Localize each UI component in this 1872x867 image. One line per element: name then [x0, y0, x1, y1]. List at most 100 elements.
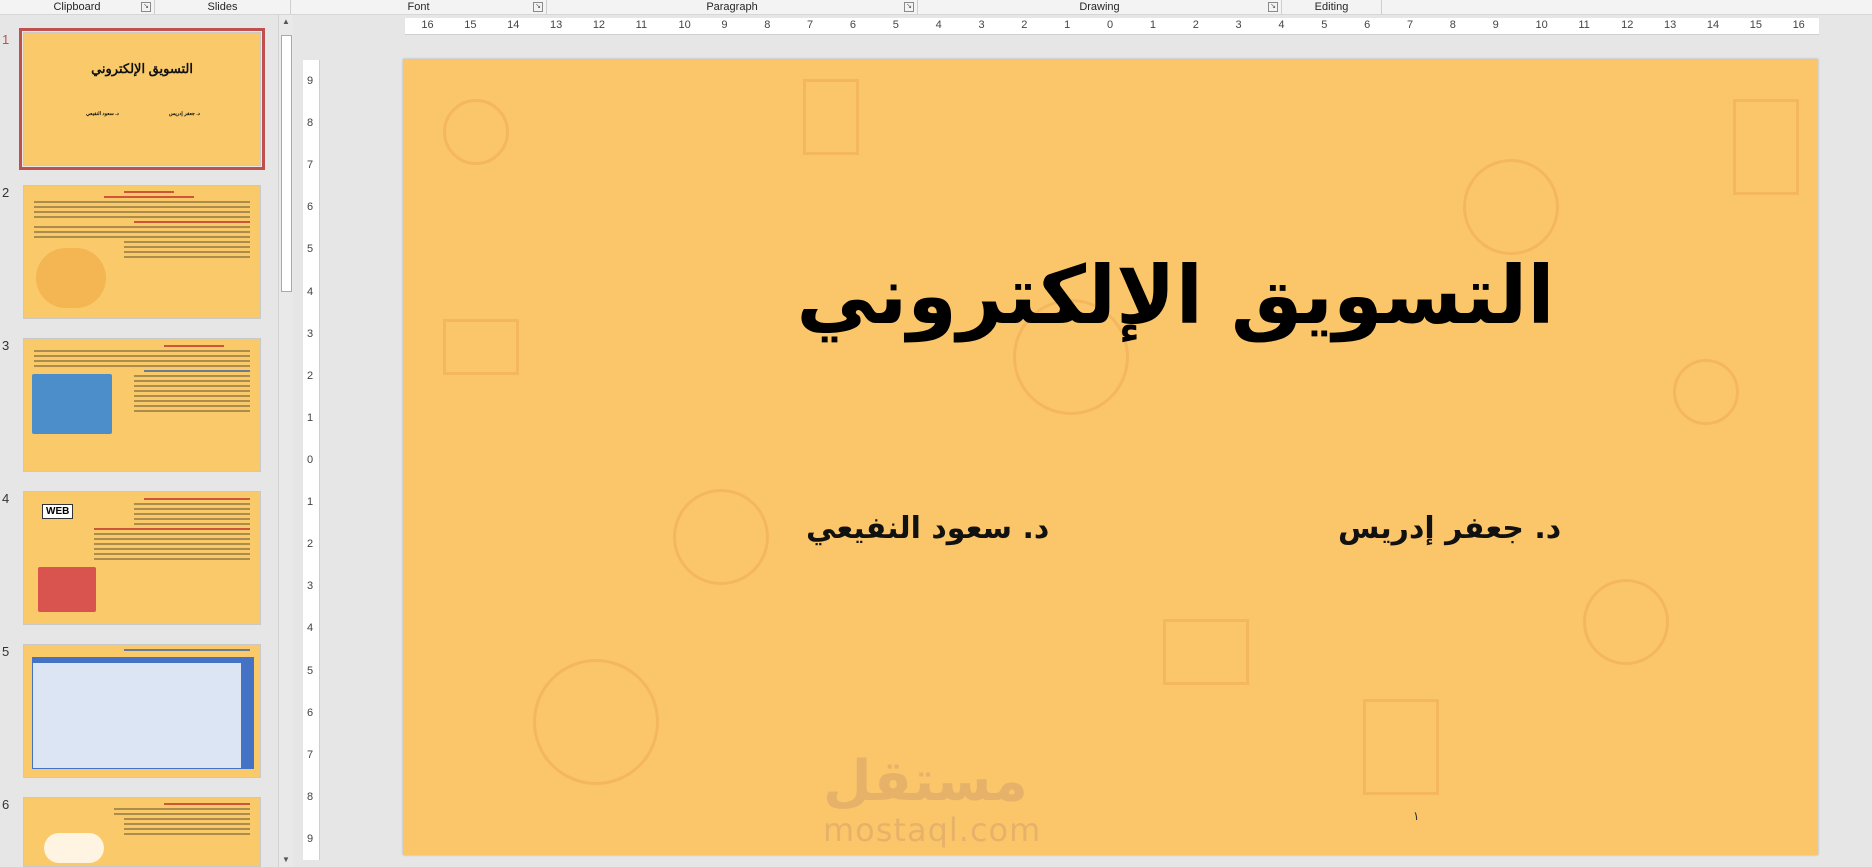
ruler-tick-label: 8: [307, 790, 314, 803]
ruler-tick-label: 9: [1492, 19, 1499, 31]
ruler-tick-label: 1: [1149, 19, 1156, 31]
slide-thumbnail-image[interactable]: WEB: [23, 491, 261, 625]
font-dialog-launcher-icon[interactable]: ↘: [533, 2, 543, 12]
ruler-tick-label: 6: [307, 706, 314, 719]
slide-title[interactable]: التسويق الإلكتروني: [403, 249, 1818, 342]
author-right[interactable]: د. جعفر إدريس: [1338, 511, 1561, 546]
ruler-tick-label: 8: [764, 19, 771, 31]
ribbon-group-label: Editing: [1314, 1, 1349, 13]
slide-thumbnail-image[interactable]: [23, 338, 261, 472]
author-left[interactable]: د. سعود النفيعي: [806, 511, 1049, 546]
editor-vertical-scrollbar[interactable]: [1859, 15, 1872, 867]
ribbon-group-slides: Slides: [155, 0, 291, 14]
ribbon-group-label: Clipboard: [53, 1, 101, 13]
ruler-tick-label: 6: [1364, 19, 1371, 31]
slide-thumbnail-image[interactable]: [23, 185, 261, 319]
ribbon-group-font: Font ↘: [291, 0, 547, 14]
ruler-tick-label: 14: [1706, 19, 1720, 31]
thumbnail-laptop-image: [38, 567, 96, 612]
horizontal-ruler[interactable]: 16 15 14 13 12 11 10 9 8 7 6 5 4 3 2 1 0 1 2 3 4 5 6 7 8 9 10 11 12 1…: [405, 18, 1819, 35]
ruler-tick-label: 6: [307, 201, 314, 214]
ribbon-group-label: Slides: [207, 1, 238, 13]
thumbnail-panel-scrollbar[interactable]: ▲ ▼: [278, 15, 293, 867]
background-pattern: [533, 659, 659, 785]
scroll-down-arrow-icon[interactable]: ▼: [279, 853, 293, 867]
drawing-dialog-launcher-icon[interactable]: ↘: [1268, 2, 1278, 12]
ruler-tick-label: 5: [1321, 19, 1328, 31]
ribbon-group-clipboard: Clipboard ↘: [0, 0, 155, 14]
ribbon-group-editing: Editing: [1282, 0, 1382, 14]
ruler-tick-label: 4: [1278, 19, 1285, 31]
ruler-tick-label: 5: [892, 19, 899, 31]
ruler-tick-label: 11: [635, 19, 648, 31]
slide-canvas[interactable]: التسويق الإلكتروني د. جعفر إدريس د. سعود…: [403, 59, 1818, 855]
background-pattern: [1363, 699, 1439, 795]
ruler-tick-label: 16: [421, 19, 434, 31]
ruler-tick-label: 10: [1535, 19, 1548, 31]
thumbnail-web-badge: WEB: [42, 504, 74, 519]
background-pattern: [1583, 579, 1669, 665]
ruler-tick-label: 1: [307, 411, 314, 424]
ruler-tick-label: 7: [307, 159, 314, 172]
ruler-tick-label: 0: [1107, 19, 1114, 31]
scroll-up-arrow-icon[interactable]: ▲: [279, 15, 293, 29]
ruler-tick-label: 7: [807, 19, 814, 31]
scrollbar-thumb[interactable]: [281, 35, 292, 292]
ruler-tick-label: 5: [307, 664, 314, 677]
ribbon-group-drawing: Drawing ↘: [918, 0, 1282, 14]
ruler-tick-label: 16: [1792, 19, 1805, 31]
background-pattern: [803, 79, 859, 155]
ruler-tick-label: 4: [935, 19, 942, 31]
ruler-tick-label: 7: [307, 748, 314, 761]
thumbnail-illustration: [36, 248, 106, 308]
background-pattern: [443, 99, 509, 165]
thumbnail-illustration: [44, 833, 104, 863]
ribbon-group-label: Paragraph: [706, 1, 758, 13]
ruler-tick-label: 2: [307, 369, 314, 382]
slide-number: 3: [2, 338, 10, 353]
ruler-tick-label: 4: [307, 285, 314, 298]
paragraph-dialog-launcher-icon[interactable]: ↘: [904, 2, 914, 12]
slide-thumbnail-image[interactable]: التسويق الإلكتروني د. جعفر إدريس د. سعود…: [19, 28, 265, 170]
thumbnail-author-left: د. سعود النفيعي: [86, 111, 119, 117]
ruler-tick-label: 2: [1192, 19, 1199, 31]
slide-thumbnail-panel[interactable]: 1 التسويق الإلكتروني د. جعفر إدريس د. سع…: [0, 15, 293, 867]
background-pattern: [1733, 99, 1799, 195]
ruler-tick-label: 0: [307, 454, 314, 466]
ruler-tick-label: 9: [721, 19, 728, 31]
slide-number: 5: [2, 644, 10, 659]
slide-thumbnail-image[interactable]: [23, 644, 261, 778]
ruler-tick-label: 8: [1449, 19, 1456, 31]
ruler-tick-label: 12: [592, 19, 606, 31]
watermark-url: mostaql.com: [823, 811, 1042, 849]
ruler-tick-label: 1: [307, 496, 314, 509]
vertical-ruler[interactable]: 9 8 7 6 5 4 3 2 1 0 1 2 3 4 5 6 7 8 9: [303, 60, 320, 860]
ruler-tick-label: 7: [1406, 19, 1414, 31]
ruler-tick-label: 3: [307, 327, 314, 340]
thumbnail-chart-image: [32, 374, 112, 434]
ruler-tick-label: 1: [1064, 19, 1071, 31]
clipboard-dialog-launcher-icon[interactable]: ↘: [141, 2, 151, 12]
ribbon-group-label: Font: [407, 1, 430, 13]
slide-number: 4: [2, 491, 10, 506]
ruler-tick-label: 9: [307, 832, 314, 845]
ruler-tick-label: 3: [978, 19, 985, 31]
ruler-tick-label: 6: [849, 19, 857, 31]
slide-thumbnail-image[interactable]: [23, 797, 261, 867]
slide-number: 2: [2, 185, 10, 200]
watermark-logo: مستقل: [823, 749, 1028, 814]
ruler-tick-label: 15: [1749, 19, 1762, 31]
thumbnail-table: [32, 657, 254, 769]
ribbon-group-label: Drawing: [1079, 1, 1120, 13]
ruler-tick-label: 11: [1578, 19, 1590, 31]
thumbnail-title: التسويق الإلكتروني: [91, 61, 193, 76]
ruler-tick-label: 15: [464, 19, 477, 31]
ruler-tick-label: 3: [307, 580, 314, 593]
ruler-tick-label: 9: [307, 75, 314, 88]
slide-page-mark: ١: [1413, 809, 1420, 823]
background-pattern: [1463, 159, 1559, 255]
thumbnail-author-right: د. جعفر إدريس: [169, 111, 200, 117]
background-pattern: [1163, 619, 1249, 685]
slide-number: 6: [2, 797, 10, 812]
ruler-tick-label: 10: [678, 19, 691, 31]
